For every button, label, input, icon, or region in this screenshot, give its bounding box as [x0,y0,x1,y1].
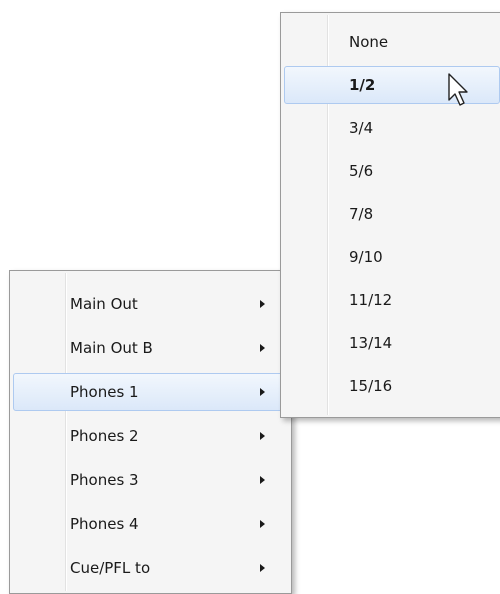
menu-item-label: Phones 2 [70,427,139,445]
menu-item-label: Phones 1 [70,383,139,401]
submenu-item-9-10[interactable]: 9/10 [284,238,500,276]
submenu-item-label: None [349,33,389,51]
mouse-pointer-icon [448,73,468,106]
menu-item-label: Phones 4 [70,515,139,533]
submenu-item-label: 11/12 [349,291,393,309]
submenu-item-label: 3/4 [349,119,374,137]
submenu-item-label: 13/14 [349,334,393,352]
menu-item-label: Cue/PFL to [70,559,151,577]
submenu-item-none[interactable]: None [284,23,500,61]
menu-item-phones-3[interactable]: Phones 3 [13,461,288,499]
menu-item-cue-pfl-to[interactable]: Cue/PFL to [13,549,288,587]
menu-item-main-out[interactable]: Main Out [13,285,288,323]
submenu-item-label: 5/6 [349,162,374,180]
submenu-item-label: 9/10 [349,248,383,266]
submenu-item-3-4[interactable]: 3/4 [284,109,500,147]
menu-item-label: Phones 3 [70,471,139,489]
submenu-item-13-14[interactable]: 13/14 [284,324,500,362]
submenu-arrow-icon [260,300,265,308]
submenu-arrow-icon [260,564,265,572]
submenu-item-label: 15/16 [349,377,393,395]
menu-item-phones-4[interactable]: Phones 4 [13,505,288,543]
submenu-arrow-icon [260,520,265,528]
menu-item-phones-1[interactable]: Phones 1 [13,373,288,411]
submenu-arrow-icon [260,476,265,484]
submenu-item-label: 7/8 [349,205,374,223]
menu-item-main-out-b[interactable]: Main Out B [13,329,288,367]
output-context-menu: Main Out Main Out B Phones 1 Phones 2 Ph… [9,270,292,594]
menu-item-label: Main Out B [70,339,153,357]
menu-item-label: Main Out [70,295,138,313]
menu-item-phones-2[interactable]: Phones 2 [13,417,288,455]
submenu-item-label: 1/2 [349,76,376,94]
submenu-item-5-6[interactable]: 5/6 [284,152,500,190]
submenu-item-11-12[interactable]: 11/12 [284,281,500,319]
submenu-item-7-8[interactable]: 7/8 [284,195,500,233]
submenu-arrow-icon [260,344,265,352]
submenu-item-15-16[interactable]: 15/16 [284,367,500,405]
submenu-arrow-icon [260,388,265,396]
submenu-arrow-icon [260,432,265,440]
